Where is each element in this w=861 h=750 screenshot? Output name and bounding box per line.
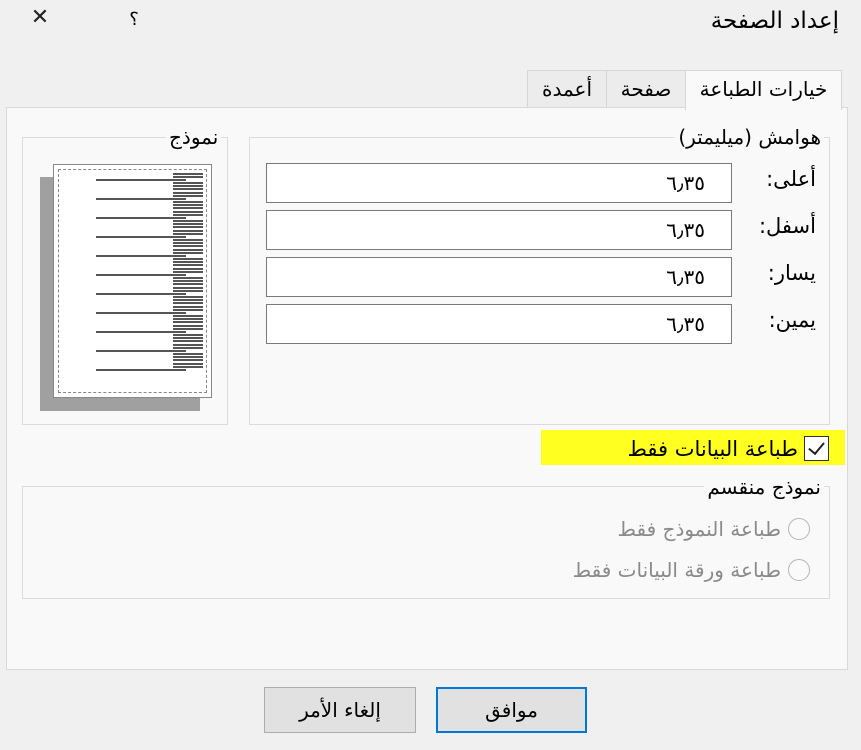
preview-text-line bbox=[173, 363, 203, 365]
preview-text-line bbox=[173, 226, 203, 228]
print-form-only-label: طباعة النموذج فقط bbox=[617, 517, 781, 541]
preview-text-line bbox=[173, 264, 203, 266]
preview-text-line bbox=[173, 220, 203, 222]
dialog-title: إعداد الصفحة bbox=[710, 8, 839, 34]
preview-text-line bbox=[173, 287, 203, 289]
preview-text-line bbox=[173, 249, 203, 251]
preview-text-line bbox=[96, 369, 186, 371]
close-icon[interactable]: ✕ bbox=[26, 5, 54, 30]
help-button[interactable]: ؟ bbox=[124, 9, 144, 30]
preview-text-line bbox=[173, 214, 203, 216]
preview-text-line bbox=[173, 201, 203, 203]
preview-text-line bbox=[173, 230, 203, 232]
preview-text-line bbox=[173, 309, 203, 311]
preview-text-line bbox=[173, 359, 203, 361]
preview-text-line bbox=[173, 290, 203, 292]
preview-text-line bbox=[173, 315, 203, 317]
preview-text-line bbox=[173, 283, 203, 285]
preview-text-line bbox=[173, 261, 203, 263]
preview-text-line bbox=[173, 318, 203, 320]
right-margin-input[interactable]: ٦٫٣٥ bbox=[266, 304, 732, 344]
preview-text-line bbox=[173, 211, 203, 213]
page-preview-content bbox=[58, 169, 207, 393]
preview-text-line bbox=[96, 236, 186, 238]
right-margin-label: يمين: bbox=[768, 308, 816, 332]
preview-text-line bbox=[96, 274, 186, 276]
preview-text-line bbox=[96, 217, 186, 219]
preview-text-line bbox=[173, 340, 203, 342]
preview-text-line bbox=[173, 242, 203, 244]
cancel-button[interactable]: إلغاء الأمر bbox=[264, 687, 416, 733]
preview-text-line bbox=[96, 198, 186, 200]
print-datasheet-only-radio[interactable] bbox=[788, 559, 810, 581]
preview-text-line bbox=[96, 312, 186, 314]
preview-text-line bbox=[96, 293, 186, 295]
preview-text-line bbox=[173, 306, 203, 308]
preview-text-line bbox=[96, 255, 186, 257]
preview-text-line bbox=[173, 192, 203, 194]
preview-text-line bbox=[173, 328, 203, 330]
preview-text-line bbox=[173, 321, 203, 323]
margins-group-label: هوامش (ميليمتر) bbox=[675, 125, 824, 149]
tab-columns[interactable]: أعمدة bbox=[527, 70, 607, 108]
top-margin-label: أعلى: bbox=[766, 167, 816, 191]
preview-text-line bbox=[173, 277, 203, 279]
preview-text-line bbox=[173, 173, 203, 175]
tab-print-options[interactable]: خيارات الطباعة bbox=[685, 70, 842, 110]
preview-text-line bbox=[173, 223, 203, 225]
preview-text-line bbox=[173, 325, 203, 327]
preview-text-line bbox=[173, 185, 203, 187]
preview-text-line bbox=[173, 302, 203, 304]
print-data-only-label[interactable]: طباعة البيانات فقط bbox=[627, 437, 798, 461]
preview-text-line bbox=[173, 233, 203, 235]
preview-text-line bbox=[173, 252, 203, 254]
preview-text-line bbox=[173, 337, 203, 339]
ok-button[interactable]: موافق bbox=[436, 687, 587, 733]
preview-text-line bbox=[173, 182, 203, 184]
preview-text-line bbox=[173, 176, 203, 178]
preview-text-line bbox=[173, 366, 203, 368]
print-data-only-checkbox[interactable] bbox=[804, 436, 829, 461]
left-margin-label: يسار: bbox=[767, 261, 816, 285]
preview-text-line bbox=[173, 356, 203, 358]
bottom-margin-input[interactable]: ٦٫٣٥ bbox=[266, 210, 732, 250]
print-datasheet-only-label: طباعة ورقة البيانات فقط bbox=[572, 558, 781, 582]
preview-text-line bbox=[173, 334, 203, 336]
split-form-group bbox=[22, 486, 830, 599]
preview-text-line bbox=[173, 299, 203, 301]
bottom-margin-label: أسفل: bbox=[758, 214, 816, 238]
page-preview bbox=[53, 164, 212, 398]
split-form-group-label: نموذج منقسم bbox=[704, 475, 824, 499]
checkmark-icon bbox=[808, 437, 825, 456]
preview-text-line bbox=[173, 195, 203, 197]
preview-text-line bbox=[173, 239, 203, 241]
preview-text-line bbox=[173, 347, 203, 349]
preview-text-line bbox=[173, 296, 203, 298]
preview-group-label: نموذج bbox=[166, 125, 222, 149]
preview-text-line bbox=[96, 350, 186, 352]
preview-text-line bbox=[173, 268, 203, 270]
print-form-only-radio[interactable] bbox=[788, 518, 810, 540]
preview-text-line bbox=[173, 280, 203, 282]
preview-text-line bbox=[96, 331, 186, 333]
preview-text-line bbox=[173, 344, 203, 346]
preview-text-line bbox=[173, 271, 203, 273]
preview-text-line bbox=[173, 258, 203, 260]
top-margin-input[interactable]: ٦٫٣٥ bbox=[266, 163, 732, 203]
preview-text-line bbox=[173, 245, 203, 247]
preview-text-line bbox=[173, 353, 203, 355]
tab-page[interactable]: صفحة bbox=[606, 70, 686, 108]
preview-text-line bbox=[173, 207, 203, 209]
preview-text-line bbox=[173, 204, 203, 206]
preview-text-line bbox=[173, 188, 203, 190]
left-margin-input[interactable]: ٦٫٣٥ bbox=[266, 257, 732, 297]
preview-text-line bbox=[96, 179, 186, 181]
